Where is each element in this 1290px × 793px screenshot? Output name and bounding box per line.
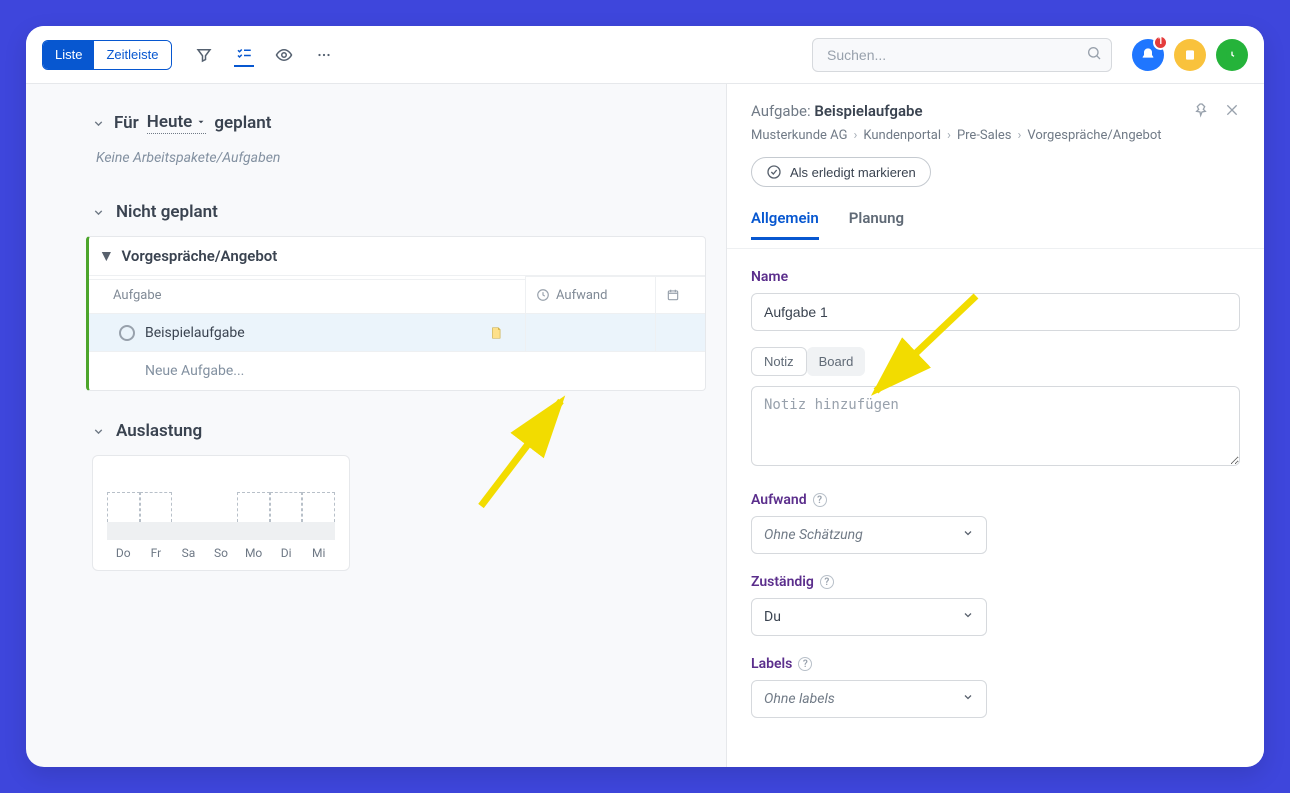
checklist-icon[interactable]	[234, 47, 254, 67]
notes-button[interactable]	[1174, 39, 1206, 71]
more-icon[interactable]	[314, 45, 334, 65]
field-effort-label: Aufwand?	[751, 492, 1240, 508]
search-icon	[1086, 45, 1102, 65]
utilization-card: Do Fr Sa So Mo Di Mi	[92, 455, 350, 571]
field-name-label: Name	[751, 269, 1240, 285]
chevron-down-icon	[962, 527, 974, 543]
group-title: Vorgespräche/Angebot	[121, 247, 277, 265]
effort-dropdown[interactable]: Ohne Schätzung	[751, 516, 987, 554]
task-status-toggle[interactable]	[119, 325, 135, 341]
note-textarea[interactable]	[751, 386, 1240, 466]
task-name-input[interactable]	[751, 293, 1240, 331]
not-planned-heading: Nicht geplant	[116, 202, 218, 222]
labels-dropdown[interactable]: Ohne labels	[751, 680, 987, 718]
view-list-button[interactable]: Liste	[43, 41, 94, 69]
utilization-heading: Auslastung	[116, 421, 202, 441]
filter-icon[interactable]	[194, 45, 214, 65]
search-input[interactable]	[812, 38, 1112, 72]
eye-icon[interactable]	[274, 45, 294, 65]
task-group-panel: ▶ Vorgespräche/Angebot Aufgabe Aufwand	[86, 236, 706, 391]
column-task: Aufgabe	[89, 279, 525, 311]
column-effort: Aufwand	[525, 276, 655, 313]
empty-state: Keine Arbeitspakete/Aufgaben	[96, 150, 706, 166]
column-date	[655, 276, 705, 313]
breadcrumb: Musterkunde AG› Kundenportal› Pre-Sales›…	[751, 128, 1240, 143]
main-pane: Für Heute geplant Keine Arbeitspakete/Au…	[26, 84, 726, 767]
mark-done-button[interactable]: Als erledigt markieren	[751, 157, 931, 187]
notifications-button[interactable]: 1	[1132, 39, 1164, 71]
chevron-down-icon	[962, 609, 974, 625]
date-dropdown[interactable]: Heute	[147, 112, 207, 134]
caret-icon[interactable]: ▶	[101, 252, 114, 260]
detail-panel: Aufgabe: Beispielaufgabe Musterkunde AG›…	[726, 84, 1264, 767]
planned-prefix: Für	[114, 113, 139, 133]
tab-note[interactable]: Notiz	[751, 347, 807, 376]
pin-icon[interactable]	[1194, 102, 1210, 122]
task-name[interactable]: Beispielaufgabe	[145, 325, 245, 341]
utilization-axis: Do Fr Sa So Mo Di Mi	[107, 546, 335, 560]
close-icon[interactable]	[1224, 102, 1240, 122]
topbar: Liste Zeitleiste	[26, 26, 1264, 84]
panel-title: Aufgabe: Beispielaufgabe	[751, 102, 923, 120]
note-icon[interactable]	[489, 325, 503, 341]
tab-general[interactable]: Allgemein	[751, 209, 819, 240]
chevron-down-icon	[962, 691, 974, 707]
tab-planning[interactable]: Planung	[849, 209, 904, 240]
time-button[interactable]	[1216, 39, 1248, 71]
view-toggle: Liste Zeitleiste	[42, 40, 172, 70]
task-date-cell[interactable]	[655, 314, 705, 351]
view-timeline-button[interactable]: Zeitleiste	[94, 41, 170, 69]
chevron-down-icon[interactable]	[90, 204, 106, 220]
tab-board[interactable]: Board	[807, 347, 866, 376]
notification-badge: 1	[1153, 35, 1168, 50]
field-assignee-label: Zuständig?	[751, 574, 1240, 590]
chevron-down-icon[interactable]	[90, 423, 106, 439]
chevron-down-icon[interactable]	[90, 115, 106, 131]
assignee-dropdown[interactable]: Du	[751, 598, 987, 636]
task-effort-cell[interactable]	[525, 314, 655, 351]
planned-suffix: geplant	[214, 113, 271, 133]
field-labels-label: Labels?	[751, 656, 1240, 672]
new-task-input[interactable]: Neue Aufgabe...	[89, 353, 705, 389]
